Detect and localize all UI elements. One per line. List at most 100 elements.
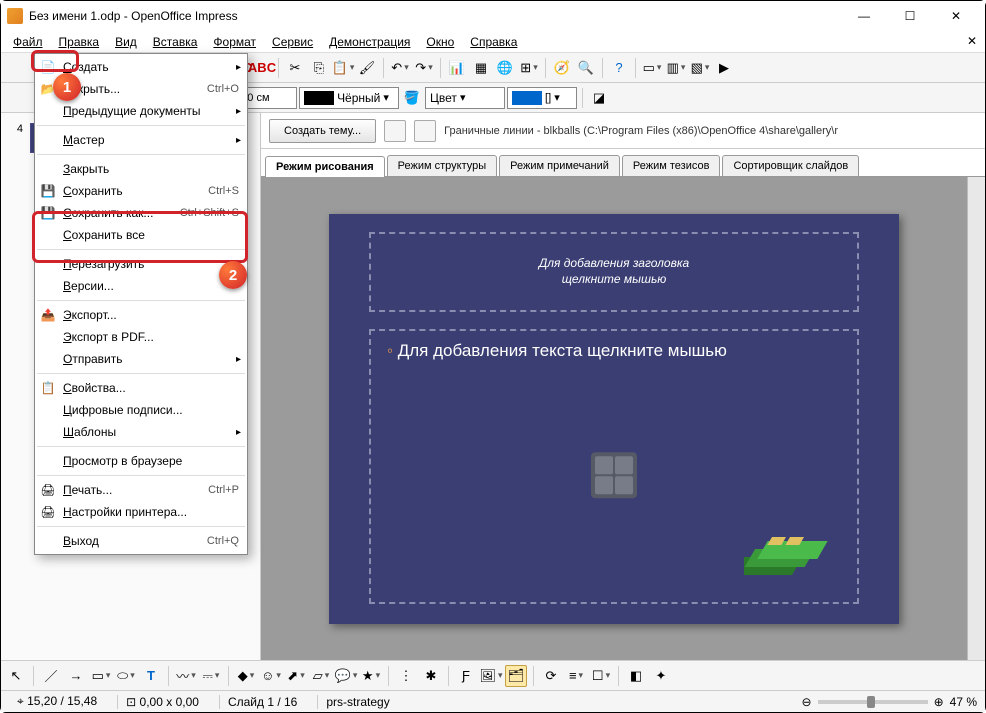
ellipse-icon[interactable]: ⬭ xyxy=(115,665,137,687)
menu-slideshow[interactable]: Демонстрация xyxy=(321,33,418,51)
stars-icon[interactable]: ★ xyxy=(360,665,382,687)
file-menu-item[interactable]: 🖨Печать...Ctrl+P xyxy=(35,479,247,501)
zoom-in-icon[interactable]: ⊕ xyxy=(934,695,944,709)
curve-icon[interactable]: 〰 xyxy=(175,665,197,687)
arrange-icon[interactable]: ☐ xyxy=(590,665,612,687)
block-arrows-icon[interactable]: ⬈ xyxy=(285,665,307,687)
text-icon[interactable]: T xyxy=(140,665,162,687)
content-insert-icons[interactable] xyxy=(591,452,637,498)
file-menu-item[interactable]: Просмотр в браузере xyxy=(35,450,247,472)
basic-shapes-icon[interactable]: ◆ xyxy=(235,665,257,687)
line-color-select[interactable]: Чёрный ▾ xyxy=(299,87,399,109)
symbol-shapes-icon[interactable]: ☺ xyxy=(260,665,282,687)
gallery-icon[interactable]: 🗂 xyxy=(505,665,527,687)
autospell-icon[interactable]: ABC xyxy=(251,57,273,79)
layout-icon[interactable]: ▥ xyxy=(665,57,687,79)
gallery-list-view[interactable] xyxy=(414,120,436,142)
tab-outline[interactable]: Режим структуры xyxy=(387,155,498,176)
redo-icon[interactable]: ↷ xyxy=(413,57,435,79)
slide-title-placeholder[interactable]: Для добавления заголовка щелкните мышью xyxy=(369,232,859,312)
slide: Для добавления заголовка щелкните мышью … xyxy=(329,214,899,624)
file-menu-item[interactable]: Перезагрузить xyxy=(35,253,247,275)
menu-view[interactable]: Вид xyxy=(107,33,145,51)
file-menu-item[interactable]: Сохранить все xyxy=(35,224,247,246)
arrow-line-icon[interactable]: → xyxy=(65,665,87,687)
slide-icon[interactable]: ▭ xyxy=(641,57,663,79)
file-menu-item[interactable]: 💾СохранитьCtrl+S xyxy=(35,180,247,202)
file-menu-item[interactable]: 🖨Настройки принтера... xyxy=(35,501,247,523)
paste-icon[interactable]: 📋 xyxy=(332,57,354,79)
fill-icon[interactable]: 🪣 xyxy=(401,87,423,109)
file-menu-item[interactable]: Закрыть xyxy=(35,158,247,180)
menu-tools[interactable]: Сервис xyxy=(264,33,321,51)
design-icon[interactable]: ▧ xyxy=(689,57,711,79)
status-size: ⊡ 0,00 x 0,00 xyxy=(117,695,207,709)
callout-icon[interactable]: 💬 xyxy=(335,665,357,687)
zoom-icon[interactable]: 🔍 xyxy=(575,57,597,79)
extrusion-icon[interactable]: ◧ xyxy=(625,665,647,687)
glue-points-icon[interactable]: ✱ xyxy=(420,665,442,687)
file-menu-item[interactable]: Предыдущие документы▸ xyxy=(35,100,247,122)
fill-color-select[interactable]: [] ▾ xyxy=(507,87,577,109)
slide-content-placeholder[interactable]: Для добавления текста щелкните мышью xyxy=(369,329,859,604)
fontwork-icon[interactable]: Ƒ xyxy=(455,665,477,687)
file-menu-item[interactable]: 📋Свойства... xyxy=(35,377,247,399)
file-menu-item[interactable]: Экспорт в PDF... xyxy=(35,326,247,348)
line-icon[interactable]: ／ xyxy=(40,665,62,687)
cut-icon[interactable]: ✂ xyxy=(284,57,306,79)
minimize-button[interactable]: — xyxy=(841,1,887,31)
rect-icon[interactable]: ▭ xyxy=(90,665,112,687)
zoom-control[interactable]: ⊖ ⊕ 47 % xyxy=(802,695,977,709)
edit-points-icon[interactable]: ⋮ xyxy=(395,665,417,687)
close-button[interactable]: ✕ xyxy=(933,1,979,31)
annotation-badge-2: 2 xyxy=(219,261,247,289)
shadow-icon[interactable]: ◪ xyxy=(588,87,610,109)
slide-clipart xyxy=(744,529,832,584)
animation-icon[interactable]: ✦ xyxy=(650,665,672,687)
connector-icon[interactable]: ⎓ xyxy=(200,665,222,687)
file-menu-item[interactable]: Мастер▸ xyxy=(35,129,247,151)
tab-drawing[interactable]: Режим рисования xyxy=(265,156,385,177)
file-menu-item[interactable]: Шаблоны▸ xyxy=(35,421,247,443)
flowchart-icon[interactable]: ▱ xyxy=(310,665,332,687)
help-icon[interactable]: ? xyxy=(608,57,630,79)
tab-handout[interactable]: Режим тезисов xyxy=(622,155,721,176)
zoom-slider[interactable] xyxy=(818,700,928,704)
align-icon[interactable]: ≡ xyxy=(565,665,587,687)
close-document-button[interactable]: ✕ xyxy=(967,34,977,48)
chart-icon[interactable]: 📊 xyxy=(446,57,468,79)
from-file-icon[interactable]: 🖼 xyxy=(480,665,502,687)
gallery-icons-view[interactable] xyxy=(384,120,406,142)
tab-notes[interactable]: Режим примечаний xyxy=(499,155,620,176)
copy-icon[interactable]: ⎘ xyxy=(308,57,330,79)
menu-format[interactable]: Формат xyxy=(205,33,264,51)
annotation-badge-1: 1 xyxy=(53,73,81,101)
slide-canvas[interactable]: Для добавления заголовка щелкните мышью … xyxy=(261,177,967,660)
file-menu-item[interactable]: Версии... xyxy=(35,275,247,297)
file-menu-item[interactable]: Отправить▸ xyxy=(35,348,247,370)
file-menu-item[interactable]: 💾Сохранить как...Ctrl+Shift+S xyxy=(35,202,247,224)
file-menu-item[interactable]: Цифровые подписи... xyxy=(35,399,247,421)
menu-insert[interactable]: Вставка xyxy=(145,33,206,51)
fill-type-select[interactable]: Цвет ▾ xyxy=(425,87,505,109)
menu-file[interactable]: Файл xyxy=(5,33,51,51)
zoom-out-icon[interactable]: ⊖ xyxy=(802,695,812,709)
rotate-icon[interactable]: ⟳ xyxy=(540,665,562,687)
table-icon[interactable]: ▦ xyxy=(470,57,492,79)
menu-edit[interactable]: Правка xyxy=(51,33,108,51)
grid-icon[interactable]: ⊞ xyxy=(518,57,540,79)
file-menu-item[interactable]: ВыходCtrl+Q xyxy=(35,530,247,552)
presentation-icon[interactable]: ▶ xyxy=(713,57,735,79)
menu-window[interactable]: Окно xyxy=(418,33,462,51)
undo-icon[interactable]: ↶ xyxy=(389,57,411,79)
maximize-button[interactable]: ☐ xyxy=(887,1,933,31)
format-paint-icon[interactable]: 🖌 xyxy=(356,57,378,79)
hyperlink-icon[interactable]: 🌐 xyxy=(494,57,516,79)
vertical-scrollbar[interactable] xyxy=(967,177,985,660)
menu-help[interactable]: Справка xyxy=(462,33,525,51)
select-icon[interactable]: ↖ xyxy=(5,665,27,687)
file-menu-item[interactable]: 📤Экспорт... xyxy=(35,304,247,326)
tab-sorter[interactable]: Сортировщик слайдов xyxy=(722,155,859,176)
create-theme-button[interactable]: Создать тему... xyxy=(269,119,376,143)
navigator-icon[interactable]: 🧭 xyxy=(551,57,573,79)
